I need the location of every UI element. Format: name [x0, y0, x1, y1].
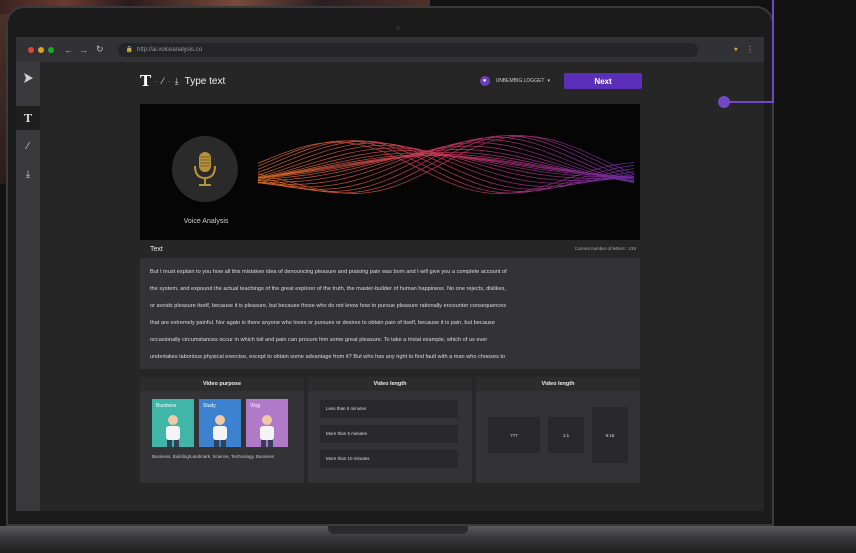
browser-menu-icon[interactable]: ⋮	[746, 45, 754, 54]
video-options: Video purpose Business Study Vlog Business…	[140, 377, 640, 483]
browser-bar: ← → ↻ 🔒 http://ai.voiceanalysis.co ● ⋮	[16, 37, 764, 62]
avatar: ●	[479, 76, 490, 86]
voice-analysis-hero: Voice Analysis	[140, 104, 640, 240]
text-input-area[interactable]: But I must explain to you how all this m…	[140, 258, 640, 369]
ratio-option[interactable]: 777	[488, 417, 540, 453]
text-section-label: Text	[150, 246, 163, 253]
toolbar-separator: ·	[155, 76, 159, 86]
sidebar-item-text[interactable]: T	[16, 106, 40, 130]
toolbar-separator: ·	[167, 76, 171, 86]
laptop-camera	[396, 26, 400, 30]
purpose-card-vlog[interactable]: Vlog	[246, 399, 288, 447]
text-line: But I must explain to you how all this m…	[150, 269, 507, 275]
wave-line	[258, 154, 634, 179]
wave-line	[258, 154, 634, 178]
next-button[interactable]: Next	[564, 73, 642, 89]
sidebar-item-download[interactable]: ⤓	[16, 162, 40, 186]
url-text: http://ai.voiceanalysis.co	[137, 46, 203, 53]
laptop-screen: ← → ↻ 🔒 http://ai.voiceanalysis.co ● ⋮ T…	[16, 37, 764, 511]
forward-icon[interactable]: →	[79, 45, 88, 55]
purpose-description: Business, Building/Landmark, Science, Te…	[152, 454, 275, 459]
maximize-window-dot[interactable]	[48, 46, 54, 53]
purpose-card-label: Business	[156, 403, 177, 409]
purpose-card-study[interactable]: Study	[199, 399, 241, 447]
text-line: the system, and expound the actual teach…	[150, 286, 507, 292]
video-purpose-panel: Video purpose Business Study Vlog Business…	[140, 377, 304, 483]
panel-title: Video length	[476, 377, 640, 391]
text-line: occasionally circumstances occur in whic…	[150, 337, 488, 343]
app-logo-icon[interactable]	[16, 66, 40, 90]
text-line: or avoids pleasure itself, because it is…	[150, 303, 507, 309]
ratio-option[interactable]: 9:16	[592, 407, 628, 463]
callout-dot	[718, 96, 730, 108]
purpose-card-label: Study	[203, 403, 216, 409]
microphone-icon	[194, 152, 216, 186]
person-illustration-icon	[166, 415, 180, 447]
ratio-option[interactable]: 1:1	[548, 417, 584, 453]
person-illustration-icon	[213, 415, 227, 447]
callout-line	[772, 0, 774, 103]
user-menu[interactable]: ● UNBEMBIG.LOGGET ▾	[479, 76, 550, 86]
voice-analysis-label: Voice Analysis	[183, 218, 229, 225]
page-title: Type text	[184, 75, 226, 87]
magic-wand-icon[interactable]: ⁄	[162, 76, 164, 86]
sound-wave-graphic	[258, 134, 634, 194]
panel-title: Video length	[308, 377, 472, 391]
back-icon[interactable]: ←	[64, 45, 73, 55]
text-line: undertakes laborious physical exercise, …	[150, 354, 506, 360]
text-line: that are extremely painful. Nor again is…	[150, 320, 495, 326]
laptop-notch	[328, 526, 468, 534]
left-rail: T ⁄ ⤓	[16, 62, 40, 511]
purpose-cards: Business Study Vlog	[152, 399, 288, 447]
length-option[interactable]: More than 5 minutes	[320, 425, 458, 443]
text-tool-icon[interactable]: T	[140, 72, 151, 90]
length-option[interactable]: More than 10 minutes	[320, 450, 458, 468]
address-bar[interactable]: 🔒 http://ai.voiceanalysis.co	[117, 42, 698, 57]
video-ratio-panel: Video length 777 1:1 9:16	[476, 377, 640, 483]
text-icon: T	[23, 111, 33, 125]
lock-icon: 🔒	[125, 47, 134, 53]
close-window-dot[interactable]	[28, 46, 34, 53]
minimize-window-dot[interactable]	[38, 46, 44, 53]
bookmark-star-icon[interactable]: ●	[734, 46, 738, 53]
username: UNBEMBIG.LOGGET	[495, 78, 545, 84]
app-toolbar: T · ⁄ · ⤓ Type text ● UNBEMBIG.LOGGET ▾ …	[140, 72, 642, 90]
purpose-card-business[interactable]: Business	[152, 399, 194, 447]
download-icon[interactable]: ⤓	[175, 76, 179, 87]
purpose-card-label: Vlog	[250, 403, 261, 409]
microphone-button[interactable]	[172, 136, 238, 202]
app-main: T · ⁄ · ⤓ Type text ● UNBEMBIG.LOGGET ▾ …	[40, 62, 764, 511]
download-icon: ⤓	[25, 168, 31, 180]
sidebar-item-magic[interactable]: ⁄	[16, 134, 40, 158]
person-illustration-icon	[260, 415, 274, 447]
char-count: Current number of letters : 415	[574, 246, 636, 251]
video-length-panel: Video length Less than 5 minutes More th…	[308, 377, 472, 483]
chevron-down-icon: ▾	[547, 78, 550, 84]
magic-wand-icon: ⁄	[27, 140, 29, 152]
reload-icon[interactable]: ↻	[96, 44, 104, 55]
panel-title: Video purpose	[140, 377, 304, 391]
callout-line	[724, 101, 774, 103]
length-option[interactable]: Less than 5 minutes	[320, 400, 458, 418]
